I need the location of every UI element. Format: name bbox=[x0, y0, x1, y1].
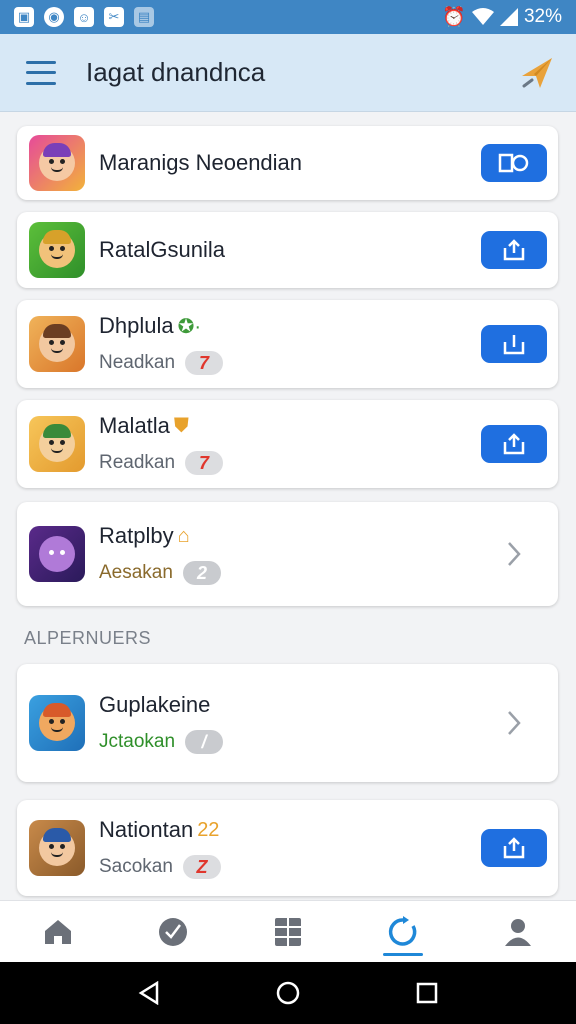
status-notification-icons: ▣ ◉ ☺ ✂ ▤ bbox=[14, 7, 154, 27]
count-pill: 7 bbox=[185, 351, 224, 375]
notification-icon-a: ▣ bbox=[14, 7, 34, 27]
item-title: Maranigs Neoendian bbox=[99, 150, 303, 175]
camera-button[interactable] bbox=[481, 144, 547, 182]
chevron-right-icon[interactable] bbox=[481, 541, 547, 567]
list-item[interactable]: Ratplby ⌂ Aesakan 2 bbox=[17, 502, 558, 606]
bell-badge-icon: ⌂ bbox=[177, 524, 190, 547]
nav-grid[interactable] bbox=[258, 904, 318, 960]
share-icon bbox=[503, 335, 525, 355]
title-badge: 22 bbox=[197, 818, 220, 841]
notification-icon-e: ▤ bbox=[134, 7, 154, 27]
item-subtitle: Readkan bbox=[99, 452, 176, 473]
share-icon bbox=[503, 239, 525, 261]
item-title: Dhplula bbox=[99, 313, 174, 338]
item-title: RatalGsunila bbox=[99, 237, 225, 262]
menu-icon bbox=[26, 60, 56, 64]
recents-button[interactable] bbox=[407, 973, 447, 1013]
list-item[interactable]: Nationtan 22 Sacokan Z bbox=[17, 800, 558, 896]
signal-icon bbox=[499, 8, 518, 26]
section-header: ALPERNUERS bbox=[24, 628, 152, 648]
back-button[interactable] bbox=[129, 973, 169, 1013]
item-title: Malatla bbox=[99, 413, 170, 438]
shield-badge-icon: ⛊ bbox=[173, 414, 189, 437]
home-icon bbox=[44, 919, 71, 944]
status-right: ⏰ 32% bbox=[442, 5, 562, 29]
battery-text: 32% bbox=[523, 6, 562, 27]
app-thumbnail bbox=[29, 820, 85, 876]
list-item[interactable]: Maranigs Neoendian bbox=[17, 126, 558, 200]
wifi-icon bbox=[471, 8, 494, 25]
system-nav bbox=[0, 962, 576, 1024]
back-icon bbox=[138, 981, 159, 1005]
notification-icon-c: ☺ bbox=[74, 7, 94, 27]
share-button[interactable] bbox=[481, 325, 547, 363]
share-button[interactable] bbox=[481, 231, 547, 269]
status-bar: ▣ ◉ ☺ ✂ ▤ ⏰ 32% bbox=[0, 0, 576, 34]
app-thumbnail bbox=[29, 695, 85, 751]
item-subtitle: Aesakan bbox=[99, 562, 173, 583]
share-button[interactable] bbox=[481, 829, 547, 867]
app-bar: Iagat dnandnca bbox=[0, 34, 576, 112]
camera-icon bbox=[498, 153, 529, 173]
item-subtitle: Jctaokan bbox=[99, 731, 176, 752]
refresh-icon bbox=[389, 915, 417, 946]
nav-refresh[interactable] bbox=[373, 904, 433, 960]
alarm-icon: ⏰ bbox=[442, 7, 466, 28]
app-thumbnail bbox=[29, 135, 85, 191]
home-circle-icon bbox=[276, 981, 300, 1005]
star-badge-icon: ✪· bbox=[177, 315, 202, 338]
notification-icon-d: ✂ bbox=[104, 7, 124, 27]
item-title: Ratplby bbox=[99, 523, 174, 548]
item-title: Nationtan bbox=[99, 817, 194, 842]
notification-icon-b: ◉ bbox=[44, 7, 64, 27]
nav-profile[interactable] bbox=[488, 904, 548, 960]
recents-icon bbox=[416, 982, 437, 1004]
item-title: Guplakeine bbox=[99, 692, 211, 717]
app-thumbnail bbox=[29, 526, 85, 582]
list-item[interactable]: Guplakeine Jctaokan / bbox=[17, 664, 558, 782]
share-button[interactable] bbox=[481, 425, 547, 463]
profile-icon bbox=[505, 918, 532, 946]
item-subtitle: Neadkan bbox=[99, 352, 176, 373]
nav-explore[interactable] bbox=[143, 904, 203, 960]
count-pill: / bbox=[185, 730, 224, 754]
grid-icon bbox=[274, 917, 301, 946]
home-system-button[interactable] bbox=[268, 973, 308, 1013]
chevron-right-icon[interactable] bbox=[481, 710, 547, 736]
list-item[interactable]: Dhplula ✪· Neadkan 7 bbox=[17, 300, 558, 388]
app-thumbnail bbox=[29, 316, 85, 372]
nav-home[interactable] bbox=[28, 904, 88, 960]
share-icon bbox=[503, 433, 525, 455]
count-pill: Z bbox=[182, 855, 221, 879]
list-item[interactable]: RatalGsunila bbox=[17, 212, 558, 288]
bottom-nav bbox=[0, 900, 576, 962]
page-title: Iagat dnandnca bbox=[86, 57, 266, 87]
compass-icon bbox=[158, 917, 187, 946]
send-plane-icon[interactable] bbox=[518, 54, 556, 92]
menu-button[interactable] bbox=[26, 60, 56, 85]
app-thumbnail bbox=[29, 416, 85, 472]
list-item[interactable]: Malatla ⛊ Readkan 7 bbox=[17, 400, 558, 488]
share-icon bbox=[503, 837, 525, 859]
app-thumbnail bbox=[29, 222, 85, 278]
count-pill: 7 bbox=[185, 451, 224, 475]
count-pill: 2 bbox=[182, 561, 221, 585]
item-subtitle: Sacokan bbox=[99, 856, 173, 877]
